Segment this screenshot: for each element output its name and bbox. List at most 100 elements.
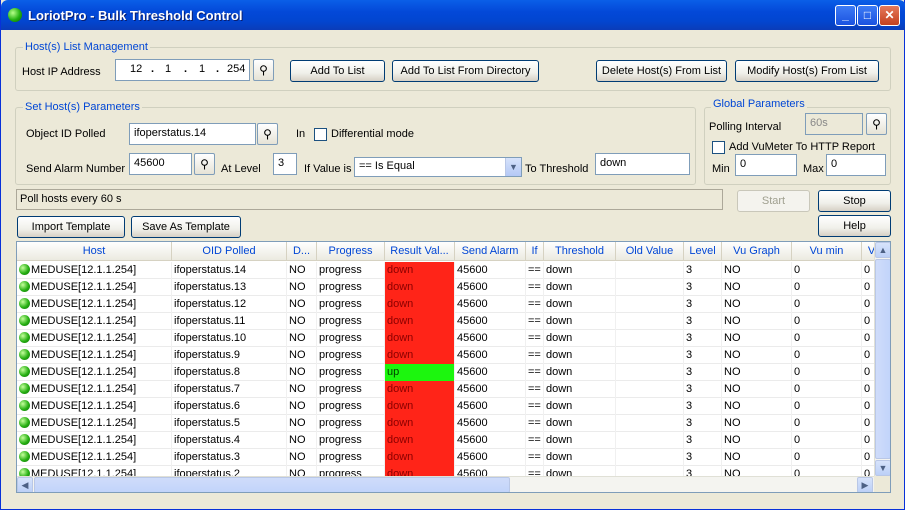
- vertical-scroll-thumb[interactable]: [875, 259, 890, 459]
- horizontal-scroll-thumb[interactable]: [34, 477, 510, 492]
- header-col-result[interactable]: Result Val...: [385, 242, 455, 261]
- cell-text: 0: [864, 366, 871, 378]
- maximize-button[interactable]: □: [857, 5, 878, 26]
- scroll-right-icon[interactable]: ▶: [857, 477, 873, 492]
- add-to-list-button[interactable]: Add To List: [290, 60, 385, 82]
- cell-text: progress: [319, 298, 362, 310]
- cell-vu-min: 0: [792, 279, 862, 296]
- cell-text: NO: [724, 264, 741, 276]
- max-input[interactable]: 0: [826, 154, 886, 176]
- chevron-down-icon[interactable]: ▼: [505, 158, 521, 176]
- header-col-alarm[interactable]: Send Alarm: [455, 242, 526, 261]
- table-row[interactable]: MEDUSE[12.1.1.254] ifoperstatus.13 NO progr…: [17, 279, 875, 296]
- cell-text: progress: [319, 332, 362, 344]
- cell-text: 3: [686, 451, 693, 463]
- import-template-button[interactable]: Import Template: [17, 216, 125, 238]
- table-row[interactable]: MEDUSE[12.1.1.254] ifoperstatus.7 NO progre…: [17, 381, 875, 398]
- minimize-button[interactable]: _: [835, 5, 856, 26]
- header-col-d[interactable]: D...: [287, 242, 317, 261]
- help-button[interactable]: Help: [818, 215, 891, 237]
- table-row[interactable]: MEDUSE[12.1.1.254] ifoperstatus.10 NO progr…: [17, 330, 875, 347]
- table-row[interactable]: MEDUSE[12.1.1.254] ifoperstatus.12 NO progr…: [17, 296, 875, 313]
- header-col-if[interactable]: If: [526, 242, 544, 261]
- header-col-level[interactable]: Level: [684, 242, 722, 261]
- threshold-input[interactable]: down: [595, 153, 690, 175]
- host-ip-input[interactable]: 12 . 1 . 1 . 254: [115, 59, 250, 81]
- cell-text: down: [546, 315, 573, 327]
- level-label: At Level: [221, 163, 261, 175]
- cell-vu-min: 0: [792, 449, 862, 466]
- cell-vu-min: 0: [792, 262, 862, 279]
- cell-text: MEDUSE[12.1.1.254]: [31, 298, 137, 310]
- cell-text: NO: [289, 298, 306, 310]
- scroll-left-icon[interactable]: ◀: [17, 477, 33, 492]
- stop-button[interactable]: Stop: [818, 190, 891, 212]
- cell-level: 3: [684, 330, 722, 347]
- cell-text: MEDUSE[12.1.1.254]: [31, 451, 137, 463]
- cell-text: 3: [686, 417, 693, 429]
- operator-select[interactable]: == Is Equal ▼: [354, 157, 522, 177]
- oid-input[interactable]: ifoperstatus.14: [129, 123, 256, 145]
- cell-progress: progress: [317, 364, 385, 381]
- modify-hosts-button[interactable]: Modify Host(s) From List: [735, 60, 879, 82]
- vumeter-checkbox[interactable]: [712, 141, 725, 154]
- cell-text: NO: [289, 451, 306, 463]
- cell-progress: progress: [317, 432, 385, 449]
- table-row[interactable]: MEDUSE[12.1.1.254] ifoperstatus.8 NO progre…: [17, 364, 875, 381]
- oid-picker-button[interactable]: ⚲: [257, 123, 278, 145]
- table-row[interactable]: MEDUSE[12.1.1.254] ifoperstatus.9 NO progre…: [17, 347, 875, 364]
- table-row[interactable]: MEDUSE[12.1.1.254] ifoperstatus.11 NO progr…: [17, 313, 875, 330]
- cell-alarm: 45600: [455, 262, 526, 279]
- header-col-progress[interactable]: Progress: [317, 242, 385, 261]
- table-row[interactable]: MEDUSE[12.1.1.254] ifoperstatus.14 NO progr…: [17, 262, 875, 279]
- cell-text: ifoperstatus.10: [174, 332, 247, 344]
- green-status-dot-icon: [19, 281, 30, 292]
- cell-text: 0: [794, 281, 801, 293]
- cell-host: MEDUSE[12.1.1.254]: [17, 449, 172, 466]
- table-row[interactable]: MEDUSE[12.1.1.254] ifoperstatus.4 NO progre…: [17, 432, 875, 449]
- header-col-threshold[interactable]: Threshold: [544, 242, 616, 261]
- min-input[interactable]: 0: [735, 154, 797, 176]
- close-button[interactable]: ✕: [879, 5, 900, 26]
- cell-progress: progress: [317, 449, 385, 466]
- table-row[interactable]: MEDUSE[12.1.1.254] ifoperstatus.5 NO progre…: [17, 415, 875, 432]
- min-label: Min: [712, 163, 730, 175]
- header-col-host[interactable]: Host: [17, 242, 172, 261]
- header-col-vu-graph[interactable]: Vu Graph: [722, 242, 792, 261]
- scroll-up-icon[interactable]: ▲: [875, 242, 890, 258]
- cell-text: ifoperstatus.4: [174, 434, 241, 446]
- ip-picker-button[interactable]: ⚲: [253, 59, 274, 81]
- header-col-vu-min[interactable]: Vu min: [792, 242, 862, 261]
- hosts-table[interactable]: Host OID Polled D... Progress Result Val... S…: [16, 241, 891, 493]
- delete-hosts-button[interactable]: Delete Host(s) From List: [596, 60, 727, 82]
- save-template-button[interactable]: Save As Template: [131, 216, 241, 238]
- cell-text: NO: [289, 383, 306, 395]
- max-label: Max: [803, 163, 824, 175]
- cell-text: progress: [319, 349, 362, 361]
- vertical-scrollbar[interactable]: ▲ ▼: [874, 242, 890, 477]
- start-button[interactable]: Start: [737, 190, 810, 212]
- cell-oid: ifoperstatus.8: [172, 364, 287, 381]
- cell-vu-graph: NO: [722, 262, 792, 279]
- cell-host: MEDUSE[12.1.1.254]: [17, 330, 172, 347]
- title-bar[interactable]: LoriotPro - Bulk Threshold Control _ □ ✕: [1, 0, 905, 30]
- cell-text: MEDUSE[12.1.1.254]: [31, 366, 137, 378]
- horizontal-scrollbar[interactable]: ◀ ▶: [17, 476, 875, 492]
- polling-input[interactable]: 60s: [805, 113, 863, 135]
- cell-text: ==: [528, 349, 541, 361]
- alarm-input[interactable]: 45600: [129, 153, 192, 175]
- cell-result: down: [385, 262, 455, 279]
- scroll-down-icon[interactable]: ▼: [875, 460, 890, 476]
- add-from-directory-button[interactable]: Add To List From Directory: [392, 60, 539, 82]
- cell-text: progress: [319, 417, 362, 429]
- level-input[interactable]: 3: [273, 153, 297, 175]
- cell-level: 3: [684, 313, 722, 330]
- header-col-old-value[interactable]: Old Value: [616, 242, 684, 261]
- polling-picker-button[interactable]: ⚲: [866, 113, 887, 135]
- differential-checkbox[interactable]: [314, 128, 327, 141]
- cell-vu-graph: NO: [722, 296, 792, 313]
- alarm-picker-button[interactable]: ⚲: [194, 153, 215, 175]
- table-row[interactable]: MEDUSE[12.1.1.254] ifoperstatus.3 NO progre…: [17, 449, 875, 466]
- header-col-oid[interactable]: OID Polled: [172, 242, 287, 261]
- table-row[interactable]: MEDUSE[12.1.1.254] ifoperstatus.6 NO progre…: [17, 398, 875, 415]
